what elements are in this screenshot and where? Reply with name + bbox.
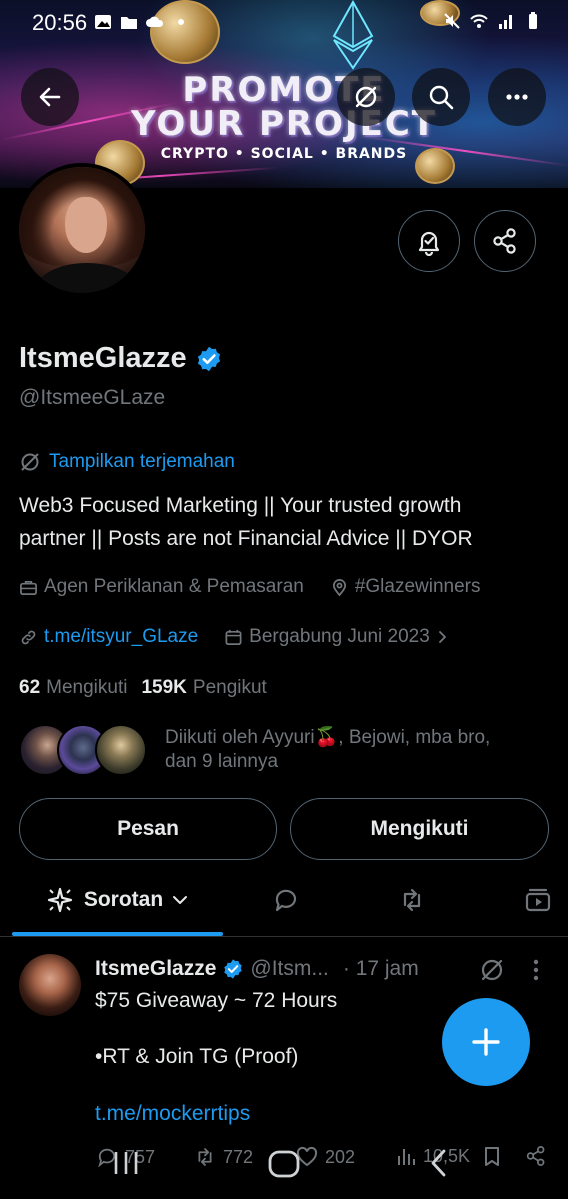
home-icon[interactable] bbox=[266, 1146, 302, 1182]
show-translation-label: Tampilkan terjemahan bbox=[49, 451, 235, 472]
banner-subtitle: CRYPTO • SOCIAL • BRANDS bbox=[160, 146, 408, 162]
banner-title-line2: YOUR PROJECT bbox=[131, 104, 437, 144]
back-arrow-icon bbox=[39, 87, 61, 107]
profile-joined-label: Bergabung Juni 2023 bbox=[249, 626, 430, 647]
location-pin-icon bbox=[332, 578, 346, 596]
post-author-name[interactable]: ItsmeGlazze bbox=[95, 957, 216, 981]
profile-handle: @ItsmeeGLaze bbox=[19, 386, 166, 409]
profile-location: #Glazewinners bbox=[330, 576, 481, 598]
profile-name-text: ItsmeGlazze bbox=[19, 342, 187, 374]
profile-meta-row: Agen Periklanan & Pemasaran #Glazewinner… bbox=[19, 576, 507, 598]
compose-post-button[interactable] bbox=[442, 998, 530, 1086]
search-button[interactable] bbox=[412, 68, 470, 126]
avatar-face-shape bbox=[65, 197, 107, 253]
share-icon bbox=[493, 228, 516, 254]
notification-subscribe-button[interactable] bbox=[398, 210, 460, 272]
status-bar: 20:56 bbox=[0, 0, 568, 44]
wifi-icon bbox=[470, 14, 488, 28]
tab-highlights-label: Sorotan bbox=[83, 888, 164, 911]
post-author-avatar[interactable] bbox=[19, 954, 81, 1016]
cloud-icon bbox=[146, 16, 164, 27]
translate-icon bbox=[355, 86, 377, 108]
profile-location-label: #Glazewinners bbox=[354, 576, 481, 597]
system-back-icon[interactable] bbox=[424, 1146, 454, 1180]
plus-icon bbox=[472, 1028, 500, 1056]
follower-avatar bbox=[95, 724, 147, 776]
tab-replies[interactable] bbox=[256, 870, 316, 930]
profile-bio: Web3 Focused Marketing || Your trusted g… bbox=[19, 489, 549, 555]
more-icon bbox=[506, 94, 528, 100]
sparkle-icon bbox=[47, 887, 72, 913]
share-profile-button[interactable] bbox=[474, 210, 536, 272]
profile-website-link[interactable]: t.me/itsyur_GLaze bbox=[19, 626, 198, 648]
briefcase-icon bbox=[20, 580, 37, 595]
followers-label: Pengikut bbox=[192, 677, 267, 698]
translate-icon bbox=[21, 453, 39, 471]
tab-reposts[interactable] bbox=[382, 870, 442, 930]
status-right-icons bbox=[443, 12, 542, 30]
post-header: ItsmeGlazze @Itsm... · 17 jam bbox=[95, 957, 419, 981]
status-time: 20:56 bbox=[32, 10, 88, 35]
following-label: Mengikuti bbox=[46, 677, 128, 698]
post-timestamp[interactable]: · 17 jam bbox=[343, 957, 419, 981]
following-count: 62 bbox=[19, 677, 41, 698]
profile-tabs: Sorotan bbox=[0, 870, 568, 934]
chevron-right-icon bbox=[438, 631, 446, 643]
profile-avatar[interactable] bbox=[15, 163, 149, 297]
calendar-icon bbox=[225, 629, 242, 645]
followers-count-link[interactable]: 159K Pengikut bbox=[141, 677, 266, 699]
more-options-button[interactable] bbox=[488, 68, 546, 126]
profile-category: Agen Periklanan & Pemasaran bbox=[19, 576, 304, 598]
post-link[interactable]: t.me/mockerrtips bbox=[95, 1102, 250, 1126]
following-button[interactable]: Mengikuti bbox=[290, 798, 549, 860]
verified-badge-icon bbox=[224, 959, 243, 979]
tab-highlights[interactable]: Sorotan bbox=[12, 870, 223, 930]
gallery-icon bbox=[95, 15, 111, 29]
post-translate-icon[interactable] bbox=[478, 956, 506, 984]
dot-icon bbox=[178, 19, 184, 25]
translate-profile-button[interactable] bbox=[337, 68, 395, 126]
tabs-divider bbox=[0, 936, 568, 937]
post-more-icon[interactable] bbox=[526, 958, 546, 982]
show-translation-link[interactable]: Tampilkan terjemahan bbox=[19, 451, 235, 473]
tab-videos[interactable] bbox=[508, 870, 568, 930]
profile-name: ItsmeGlazze bbox=[19, 342, 223, 375]
post-text-line: •RT & Join TG (Proof) bbox=[95, 1045, 299, 1068]
profile-category-label: Agen Periklanan & Pemasaran bbox=[44, 576, 304, 597]
repost-icon bbox=[403, 888, 421, 912]
profile-website-label[interactable]: t.me/itsyur_GLaze bbox=[44, 626, 198, 648]
search-icon bbox=[429, 85, 454, 110]
followers-count: 159K bbox=[141, 677, 187, 698]
signal-icon bbox=[499, 15, 512, 29]
reply-bubble-icon bbox=[275, 889, 297, 912]
battery-icon bbox=[529, 12, 537, 29]
followed-by-text: Diikuti oleh Ayyuri🍒, Bejowi, mba bro, d… bbox=[165, 726, 545, 774]
profile-meta-row-2: t.me/itsyur_GLaze Bergabung Juni 2023 bbox=[19, 626, 476, 648]
bell-check-icon bbox=[418, 231, 440, 256]
bio-line: Web3 Focused Marketing || Your trusted g… bbox=[19, 494, 462, 517]
back-button[interactable] bbox=[21, 68, 79, 126]
system-navigation-bar bbox=[0, 1140, 568, 1199]
mute-icon bbox=[444, 13, 460, 29]
following-count-link[interactable]: 62 Mengikuti bbox=[19, 677, 127, 699]
followed-by-line: Diikuti oleh Ayyuri🍒, Bejowi, mba bro, bbox=[165, 727, 491, 748]
bio-line: partner || Posts are not Financial Advic… bbox=[19, 527, 473, 550]
recent-apps-icon[interactable] bbox=[110, 1146, 142, 1180]
message-button[interactable]: Pesan bbox=[19, 798, 277, 860]
verified-badge-icon[interactable] bbox=[195, 345, 223, 373]
chevron-down-icon bbox=[173, 896, 188, 904]
follow-counts: 62 Mengikuti 159K Pengikut bbox=[19, 677, 267, 699]
video-icon bbox=[525, 888, 551, 912]
avatar-body-shape bbox=[37, 263, 137, 293]
profile-joined-date[interactable]: Bergabung Juni 2023 bbox=[224, 626, 450, 648]
followed-by-row[interactable]: Diikuti oleh Ayyuri🍒, Bejowi, mba bro, d… bbox=[19, 724, 545, 776]
post-text-line: $75 Giveaway ~ 72 Hours bbox=[95, 989, 338, 1012]
post-author-handle: @Itsm... bbox=[250, 957, 329, 980]
folder-icon bbox=[121, 17, 137, 29]
followed-by-line: dan 9 lainnya bbox=[165, 751, 279, 772]
link-icon bbox=[21, 630, 36, 644]
status-left-icons bbox=[94, 13, 190, 31]
